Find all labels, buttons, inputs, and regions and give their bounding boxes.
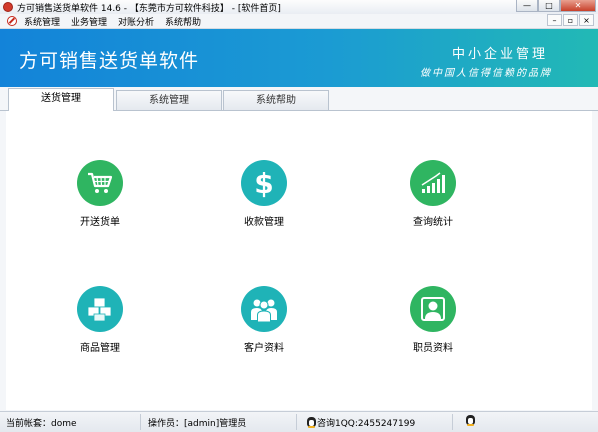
tile-label: 收款管理 <box>244 217 284 228</box>
svg-text:$: $ <box>254 168 273 198</box>
menu-item-help[interactable]: 系统帮助 <box>165 15 201 28</box>
title-bar: 方可销售送货单软件 14.6 - 【东莞市方可软件科技】 - [软件首页] — … <box>0 0 598 15</box>
window-title: 方可销售送货单软件 14.6 - 【东莞市方可软件科技】 - [软件首页] <box>17 4 281 14</box>
mdi-minimize-button[interactable]: – <box>547 14 562 26</box>
tile-product-manage[interactable]: 商品管理 <box>55 286 145 354</box>
header-banner: 方可销售送货单软件 中小企业管理 做中国人信得信赖的品牌 <box>0 29 598 87</box>
dollar-icon: $ <box>241 160 287 206</box>
status-operator: 操作员：[admin]管理员 <box>148 419 247 429</box>
tile-label: 开送货单 <box>80 217 120 228</box>
status-account: 当前帐套：dome <box>6 419 77 429</box>
tab-strip: 送货管理 系统管理 系统帮助 <box>0 87 598 111</box>
tile-create-delivery[interactable]: 开送货单 <box>55 160 145 228</box>
qq-penguin-icon <box>307 417 316 428</box>
tile-label: 商品管理 <box>80 343 120 354</box>
customers-icon <box>241 286 287 332</box>
menu-item-system-manage[interactable]: 系统管理 <box>24 15 60 28</box>
minimize-button[interactable]: — <box>516 0 538 12</box>
mdi-controls: – ▫ × <box>547 14 594 26</box>
status-divider <box>140 414 141 430</box>
tile-payment-manage[interactable]: $ 收款管理 <box>219 160 309 228</box>
mdi-close-button[interactable]: × <box>579 14 594 26</box>
close-button[interactable]: ✕ <box>560 0 596 12</box>
tab-system-manage[interactable]: 系统管理 <box>116 90 222 110</box>
tile-customer-info[interactable]: 客户资料 <box>219 286 309 354</box>
system-menu-icon[interactable] <box>7 16 17 26</box>
menu-item-reconciliation[interactable]: 对账分析 <box>118 15 154 28</box>
shopping-cart-icon <box>77 160 123 206</box>
maximize-button[interactable]: □ <box>538 0 560 12</box>
tab-delivery-manage[interactable]: 送货管理 <box>8 88 114 111</box>
tile-label: 客户资料 <box>244 343 284 354</box>
menu-item-business-manage[interactable]: 业务管理 <box>71 15 107 28</box>
tab-system-help[interactable]: 系统帮助 <box>223 90 329 110</box>
qq-penguin-icon <box>466 415 475 426</box>
bar-chart-icon <box>410 160 456 206</box>
status-qq-contact[interactable]: 咨询1QQ:2455247199 <box>307 416 415 429</box>
employee-icon <box>410 286 456 332</box>
status-divider <box>296 414 297 430</box>
tile-label: 查询统计 <box>413 217 453 228</box>
banner-app-name: 方可销售送货单软件 <box>19 50 200 72</box>
boxes-icon <box>77 286 123 332</box>
tile-employee-info[interactable]: 职员资料 <box>388 286 478 354</box>
tab-content-panel: 开送货单 $ 收款管理 查询统计 商品管理 客户资料 职员资料 <box>6 111 592 410</box>
status-qq-shortcut[interactable] <box>466 415 476 427</box>
tile-query-stats[interactable]: 查询统计 <box>388 160 478 228</box>
window-controls: — □ ✕ <box>516 0 596 12</box>
mdi-restore-button[interactable]: ▫ <box>563 14 578 26</box>
status-divider <box>452 414 453 430</box>
status-qq-text: 咨询1QQ:2455247199 <box>317 419 416 429</box>
status-bar: 当前帐套：dome 操作员：[admin]管理员 咨询1QQ:245524719… <box>0 411 598 432</box>
banner-tagline-sub: 做中国人信得信赖的品牌 <box>420 68 552 79</box>
tile-label: 职员资料 <box>413 343 453 354</box>
menu-bar: 系统管理 业务管理 对账分析 系统帮助 – ▫ × <box>0 14 598 29</box>
app-logo-icon <box>3 2 13 12</box>
banner-tagline-main: 中小企业管理 <box>451 47 548 62</box>
